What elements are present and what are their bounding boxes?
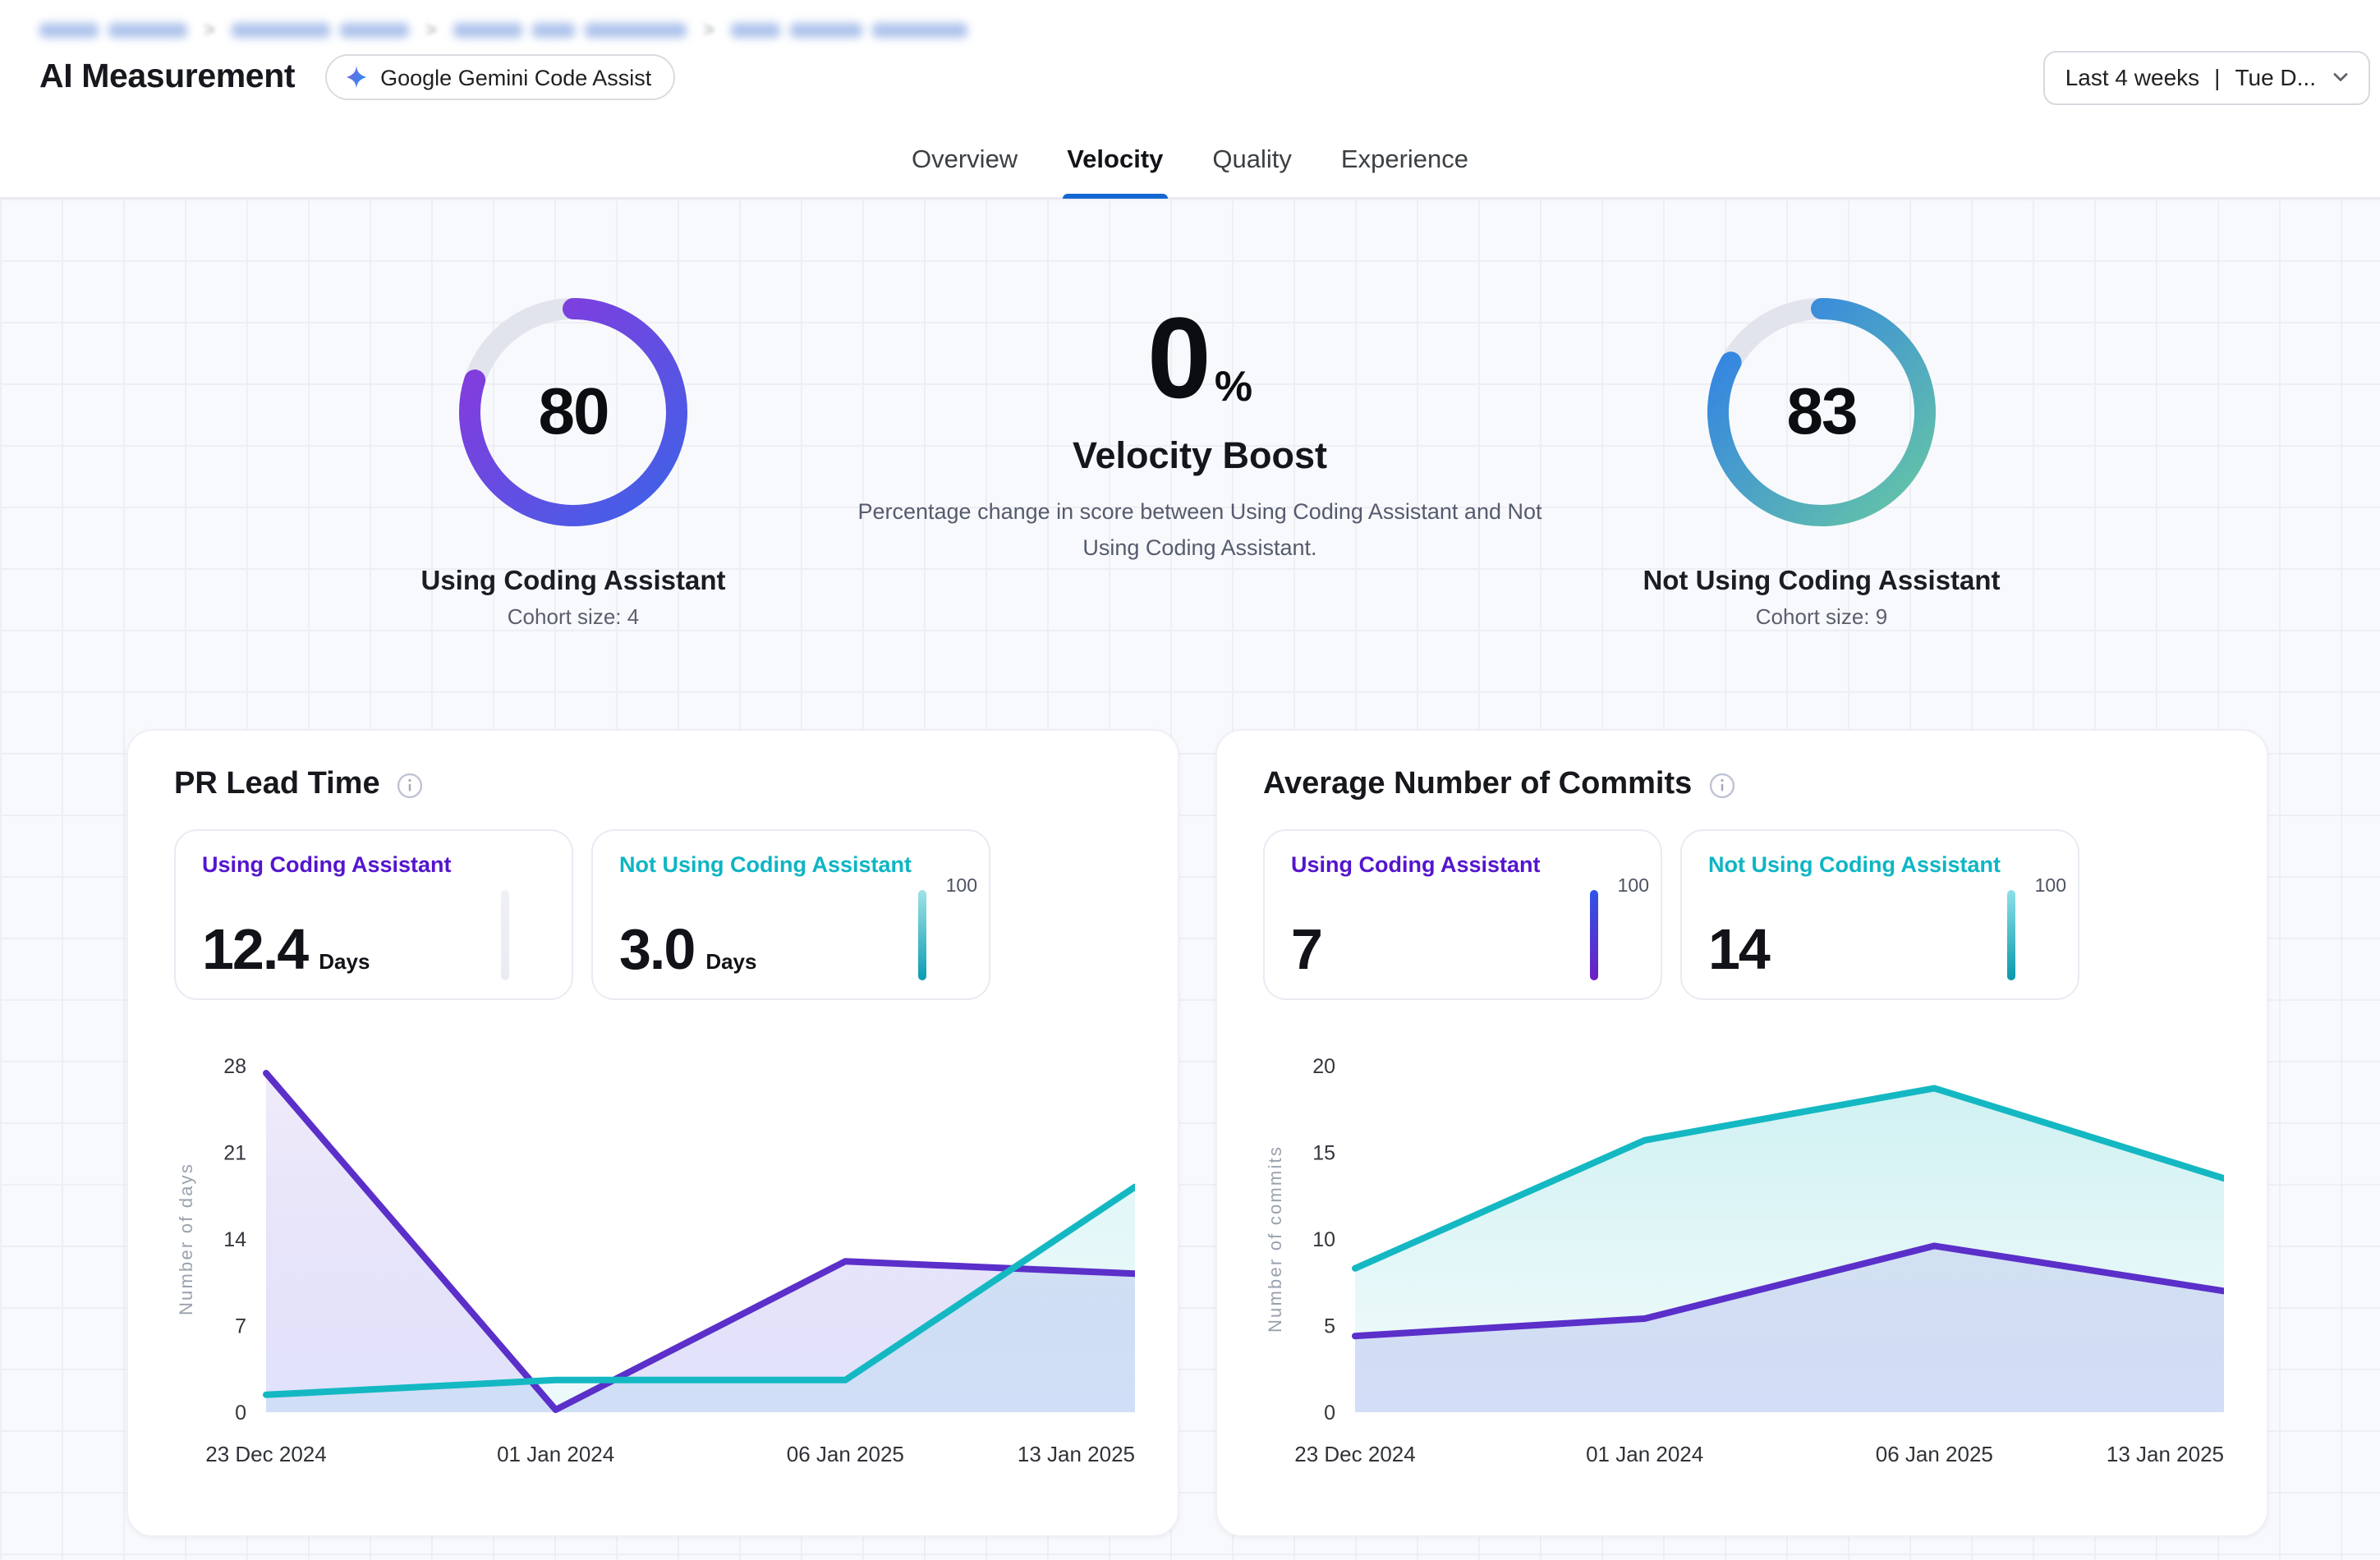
score-mini-bar bbox=[917, 890, 926, 980]
breadcrumb-item[interactable] bbox=[731, 22, 967, 37]
cohort-size-label: Cohort size: 9 bbox=[1756, 604, 1887, 629]
gemini-sparkle-icon bbox=[342, 64, 369, 90]
svg-text:28: 28 bbox=[223, 1055, 246, 1078]
score-value: 80 bbox=[450, 289, 696, 535]
velocity-boost-block: 0 % Velocity Boost Percentage change in … bbox=[814, 301, 1586, 566]
stat-tile-label: Using Coding Assistant bbox=[202, 852, 545, 877]
gauge-caption: Using Coding Assistant bbox=[421, 567, 726, 598]
header-row: AI Measurement Google Gemini Code Assist… bbox=[0, 43, 2380, 108]
score-mini-bar-max: 100 bbox=[1618, 877, 1649, 897]
time-range-divider: | bbox=[2212, 64, 2221, 90]
pr-lead-time-card: PR Lead Time Using Coding Assistant 12.4… bbox=[126, 729, 1179, 1537]
card-title: PR Lead Time bbox=[174, 767, 380, 803]
svg-text:23 Dec 2024: 23 Dec 2024 bbox=[205, 1442, 326, 1466]
boost-unit: % bbox=[1215, 365, 1252, 415]
svg-text:13 Jan 2025: 13 Jan 2025 bbox=[1018, 1442, 1135, 1466]
svg-text:15: 15 bbox=[1312, 1142, 1335, 1165]
tab-experience[interactable]: Experience bbox=[1336, 133, 1473, 199]
stat-tile-not-using: Not Using Coding Assistant 14 100 bbox=[1680, 829, 2079, 1000]
stat-value: 14 bbox=[1708, 921, 1769, 979]
boost-title: Velocity Boost bbox=[814, 435, 1586, 478]
svg-text:0: 0 bbox=[1324, 1402, 1335, 1425]
stat-tile-not-using: Not Using Coding Assistant 3.0 Days 100 bbox=[591, 829, 990, 1000]
stat-unit: Days bbox=[705, 949, 756, 974]
time-range-detail: Tue D... bbox=[2235, 64, 2316, 90]
score-mini-bar-max: 100 bbox=[2035, 877, 2066, 897]
cohort-size-label: Cohort size: 4 bbox=[508, 604, 639, 629]
score-value: 83 bbox=[1698, 289, 1945, 535]
gauge-not-using-coding-assistant: 83 Not Using Coding Assistant Cohort siz… bbox=[1608, 289, 2035, 629]
svg-text:10: 10 bbox=[1312, 1228, 1335, 1251]
velocity-score-section: 80 Using Coding Assistant Cohort size: 4… bbox=[0, 199, 2380, 729]
stat-value: 12.4 bbox=[202, 921, 307, 979]
tab-bar: Overview Velocity Quality Experience bbox=[0, 108, 2380, 199]
boost-value: 0 bbox=[1147, 301, 1211, 415]
breadcrumb-separator: > bbox=[204, 18, 215, 41]
breadcrumb-item[interactable] bbox=[39, 22, 187, 37]
stat-tile-using: Using Coding Assistant 12.4 Days bbox=[174, 829, 573, 1000]
tab-quality[interactable]: Quality bbox=[1207, 133, 1297, 199]
chevron-down-icon bbox=[2329, 66, 2352, 89]
metric-cards-row: PR Lead Time Using Coding Assistant 12.4… bbox=[0, 729, 2380, 1537]
boost-value-row: 0 % bbox=[1147, 301, 1252, 415]
score-mini-bar-max: 100 bbox=[946, 877, 977, 897]
top-bar: > > > AI Measurement Google Gemini Code As… bbox=[0, 0, 2380, 199]
svg-text:01 Jan 2024: 01 Jan 2024 bbox=[497, 1442, 614, 1466]
tab-velocity[interactable]: Velocity bbox=[1062, 133, 1168, 199]
svg-text:7: 7 bbox=[235, 1315, 246, 1338]
time-range-value: Last 4 weeks bbox=[2065, 64, 2199, 90]
time-range-select[interactable]: Last 4 weeks | Tue D... bbox=[2044, 50, 2370, 104]
stat-tile-using: Using Coding Assistant 7 100 bbox=[1263, 829, 1662, 1000]
svg-text:Number of commits: Number of commits bbox=[1265, 1145, 1285, 1333]
svg-text:01 Jan 2024: 01 Jan 2024 bbox=[1586, 1442, 1703, 1466]
badge-label: Google Gemini Code Assist bbox=[380, 65, 651, 89]
score-mini-bar bbox=[2006, 890, 2015, 980]
card-title: Average Number of Commits bbox=[1263, 767, 1692, 803]
pr-lead-time-chart: 0 7 14 21 28 23 Dec 2024 01 Jan 2024 06 Jan 202… bbox=[174, 1020, 1132, 1498]
average-commits-chart: 0 5 10 15 20 23 Dec 2024 01 Jan 2024 06 Jan 202… bbox=[1263, 1020, 2221, 1498]
svg-text:5: 5 bbox=[1324, 1315, 1335, 1338]
svg-text:20: 20 bbox=[1312, 1055, 1335, 1078]
svg-text:06 Jan 2025: 06 Jan 2025 bbox=[1876, 1442, 1993, 1466]
tab-overview[interactable]: Overview bbox=[907, 133, 1022, 199]
breadcrumb-item[interactable] bbox=[232, 22, 409, 37]
breadcrumb-separator: > bbox=[703, 18, 714, 41]
breadcrumb-item[interactable] bbox=[453, 22, 687, 37]
svg-text:23 Dec 2024: 23 Dec 2024 bbox=[1294, 1442, 1415, 1466]
svg-text:13 Jan 2025: 13 Jan 2025 bbox=[2107, 1442, 2224, 1466]
gauge-using-coding-assistant: 80 Using Coding Assistant Cohort size: 4 bbox=[360, 289, 787, 629]
stat-tile-label: Not Using Coding Assistant bbox=[1708, 852, 2051, 877]
page-title: AI Measurement bbox=[39, 57, 295, 97]
svg-text:0: 0 bbox=[235, 1402, 246, 1425]
stat-tile-label: Using Coding Assistant bbox=[1291, 852, 1634, 877]
stat-value: 3.0 bbox=[619, 921, 694, 979]
info-icon[interactable] bbox=[397, 771, 425, 799]
svg-text:06 Jan 2025: 06 Jan 2025 bbox=[787, 1442, 904, 1466]
boost-description: Percentage change in score between Using… bbox=[814, 494, 1586, 566]
svg-text:14: 14 bbox=[223, 1228, 246, 1251]
svg-text:21: 21 bbox=[223, 1142, 246, 1165]
score-mini-bar bbox=[500, 890, 509, 980]
gauge-caption: Not Using Coding Assistant bbox=[1643, 567, 2000, 598]
gemini-code-assist-badge[interactable]: Google Gemini Code Assist bbox=[324, 54, 674, 100]
breadcrumb-separator: > bbox=[425, 18, 437, 41]
stat-value: 7 bbox=[1291, 921, 1321, 979]
score-mini-bar bbox=[1589, 890, 1598, 980]
breadcrumb: > > > bbox=[0, 0, 2380, 43]
average-commits-card: Average Number of Commits Using Coding A… bbox=[1215, 729, 2268, 1537]
stat-unit: Days bbox=[319, 949, 370, 974]
info-icon[interactable] bbox=[1708, 771, 1736, 799]
main-content: 80 Using Coding Assistant Cohort size: 4… bbox=[0, 199, 2380, 1560]
svg-text:Number of days: Number of days bbox=[176, 1163, 196, 1315]
stat-tile-label: Not Using Coding Assistant bbox=[619, 852, 963, 877]
page: > > > AI Measurement Google Gemini Code As… bbox=[0, 0, 2380, 1560]
